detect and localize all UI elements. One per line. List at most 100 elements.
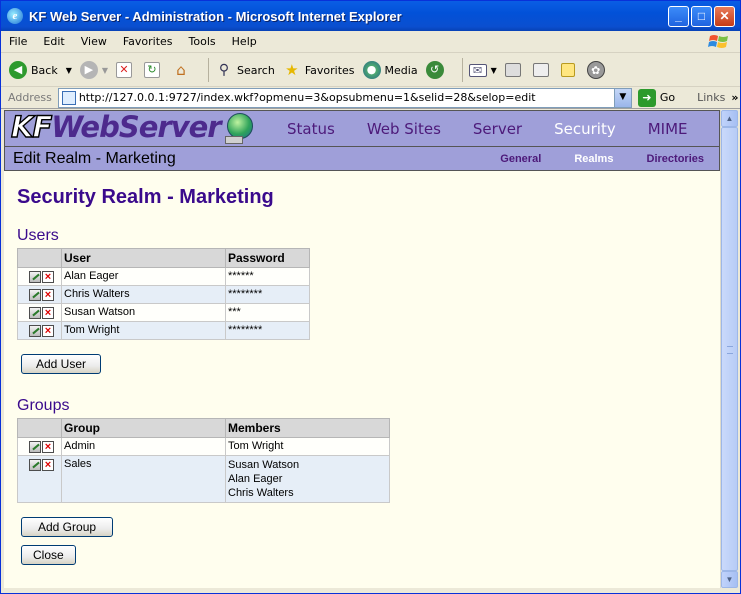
subnav-general[interactable]: General: [500, 153, 541, 165]
forward-arrow-icon: ▶: [79, 61, 98, 79]
address-url[interactable]: http://127.0.0.1:9727/index.wkf?opmenu=3…: [79, 91, 614, 104]
maximize-button[interactable]: □: [691, 5, 712, 27]
back-label: Back: [31, 63, 58, 77]
kf-webserver-logo: KFWebServer: [5, 110, 265, 147]
favorites-star-icon: ★: [285, 61, 299, 79]
refresh-button[interactable]: ↻: [144, 62, 164, 78]
print-button[interactable]: [504, 63, 525, 77]
page-title: Security Realm - Marketing: [17, 186, 274, 208]
history-button[interactable]: ↺: [425, 61, 448, 79]
password-cell: ***: [225, 303, 310, 322]
user-column-header: User: [61, 248, 226, 268]
back-button[interactable]: ◀ Back ▼: [9, 61, 72, 79]
delete-icon[interactable]: ×: [42, 307, 54, 319]
edit-icon[interactable]: [29, 441, 41, 453]
table-row: × Alan Eager ******: [17, 267, 310, 286]
home-icon: ⌂: [176, 61, 186, 79]
search-button[interactable]: ⚲ Search: [215, 61, 275, 79]
nav-status[interactable]: Status: [287, 120, 335, 138]
minimize-button[interactable]: _: [668, 5, 689, 27]
forward-button[interactable]: ▶ ▼: [79, 61, 108, 79]
delete-icon[interactable]: ×: [42, 271, 54, 283]
search-label: Search: [237, 63, 275, 77]
vertical-scrollbar[interactable]: ▲ ▼: [720, 110, 738, 588]
search-icon: ⚲: [218, 62, 230, 78]
user-cell: Chris Walters: [61, 285, 226, 304]
edit-icon[interactable]: [29, 459, 41, 471]
delete-icon[interactable]: ×: [42, 325, 54, 337]
browser-window: e KF Web Server - Administration - Micro…: [0, 0, 741, 594]
add-group-button[interactable]: Add Group: [21, 517, 114, 537]
user-cell: Alan Eager: [61, 267, 226, 286]
table-row: × Admin Tom Wright: [17, 437, 390, 456]
add-user-button[interactable]: Add User: [21, 354, 102, 374]
messenger-button[interactable]: ✿: [586, 61, 609, 79]
links-label[interactable]: Links: [697, 91, 725, 104]
address-input[interactable]: http://127.0.0.1:9727/index.wkf?opmenu=3…: [57, 87, 632, 108]
menu-edit[interactable]: Edit: [35, 35, 72, 48]
nav-security[interactable]: Security: [554, 120, 616, 138]
edit-icon[interactable]: [29, 289, 41, 301]
address-bar: Address http://127.0.0.1:9727/index.wkf?…: [1, 87, 740, 109]
window-title: KF Web Server - Administration - Microso…: [29, 8, 402, 24]
edit-icon[interactable]: [29, 325, 41, 337]
subnav-directories[interactable]: Directories: [647, 153, 704, 165]
top-nav: Status Web Sites Server Security MIME: [271, 120, 704, 138]
edit-icon[interactable]: [29, 271, 41, 283]
menu-view[interactable]: View: [73, 35, 115, 48]
edit-page-button[interactable]: [532, 63, 553, 77]
toolbar-separator: [208, 58, 210, 82]
media-button[interactable]: ● Media: [362, 61, 418, 79]
scroll-down-icon[interactable]: ▼: [721, 571, 738, 588]
nav-mime[interactable]: MIME: [648, 120, 688, 138]
windows-logo-icon: [708, 35, 728, 48]
users-heading: Users: [17, 227, 59, 244]
close-window-button[interactable]: ✕: [714, 5, 735, 27]
mail-button[interactable]: ✉ ▼: [468, 63, 497, 77]
groups-heading: Groups: [17, 397, 70, 414]
favorites-button[interactable]: ★ Favorites: [283, 61, 354, 79]
ie-icon: e: [7, 8, 23, 24]
menu-help[interactable]: Help: [224, 35, 265, 48]
subnav-realms[interactable]: Realms: [574, 153, 613, 165]
title-bar: e KF Web Server - Administration - Micro…: [1, 1, 740, 31]
delete-icon[interactable]: ×: [42, 441, 54, 453]
scroll-up-icon[interactable]: ▲: [721, 110, 738, 127]
back-dropdown-icon[interactable]: ▼: [66, 66, 72, 75]
mail-dropdown-icon[interactable]: ▼: [491, 66, 497, 75]
section-header: Edit Realm - Marketing General Realms Di…: [4, 147, 720, 171]
password-cell: ******: [225, 267, 310, 286]
table-row: × Tom Wright ********: [17, 321, 310, 340]
section-title: Edit Realm - Marketing: [13, 149, 176, 167]
menu-file[interactable]: File: [1, 35, 35, 48]
delete-icon[interactable]: ×: [42, 459, 54, 471]
password-column-header: Password: [225, 248, 310, 268]
menu-bar: File Edit View Favorites Tools Help: [1, 31, 740, 53]
edit-page-icon: [532, 63, 549, 77]
address-dropdown-icon[interactable]: ▼: [613, 88, 631, 107]
go-button[interactable]: ➜ Go: [637, 88, 676, 107]
close-button[interactable]: Close: [21, 545, 76, 565]
nav-web-sites[interactable]: Web Sites: [367, 120, 441, 138]
menu-tools[interactable]: Tools: [181, 35, 224, 48]
sub-nav: General Realms Directories: [485, 153, 719, 165]
members-cell: Susan Watson Alan Eager Chris Walters: [225, 455, 390, 503]
links-chevron-icon[interactable]: »: [731, 91, 738, 104]
nav-server[interactable]: Server: [473, 120, 522, 138]
scrollbar-thumb[interactable]: [721, 127, 738, 571]
menu-favorites[interactable]: Favorites: [115, 35, 181, 48]
logo-prefix: KF: [10, 110, 53, 145]
go-label: Go: [659, 91, 676, 104]
home-button[interactable]: ⌂: [172, 61, 194, 79]
actions-column-header: [17, 248, 62, 268]
delete-icon[interactable]: ×: [42, 289, 54, 301]
toolbar: ◀ Back ▼ ▶ ▼ ✕ ↻ ⌂ ⚲ Search ★ Favorites …: [1, 54, 740, 87]
discuss-note-icon: [560, 63, 575, 77]
forward-dropdown-icon[interactable]: ▼: [102, 66, 108, 75]
discuss-button[interactable]: [560, 63, 579, 77]
group-cell: Admin: [61, 437, 226, 456]
refresh-icon: ↻: [144, 62, 161, 78]
edit-icon[interactable]: [29, 307, 41, 319]
page-viewport: KFWebServer Status Web Sites Server Secu…: [4, 110, 720, 588]
stop-button[interactable]: ✕: [116, 62, 136, 78]
